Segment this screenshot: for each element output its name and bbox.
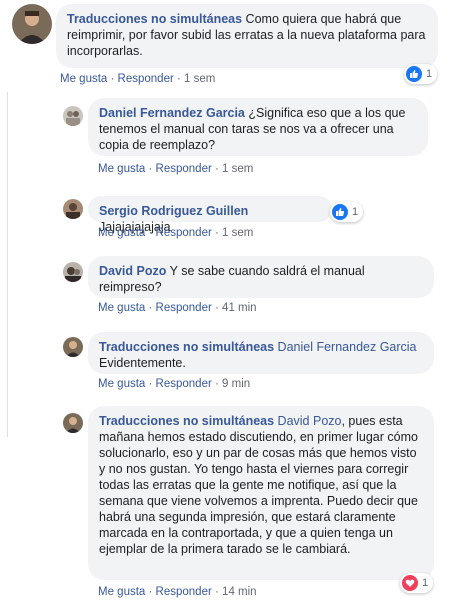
reaction-badge[interactable]: 1 [330, 202, 364, 222]
avatar[interactable] [63, 199, 83, 219]
comment-mention[interactable]: David Pozo [278, 414, 342, 428]
reply-link[interactable]: Responder [118, 73, 174, 85]
comment-mention[interactable]: Daniel Fernandez Garcia [278, 340, 417, 354]
reply-link[interactable]: Responder [156, 302, 212, 314]
reply-link[interactable]: Responder [156, 227, 212, 239]
comment-actions: Me gusta · Responder · 14 min [98, 586, 257, 598]
avatar[interactable] [63, 413, 83, 433]
avatar[interactable] [12, 4, 52, 44]
reaction-badge[interactable]: 1 [404, 64, 438, 84]
heart-icon [402, 575, 418, 591]
comment-text: , pues esta mañana hemos estado discutie… [99, 414, 418, 556]
like-link[interactable]: Me gusta [98, 302, 145, 314]
comment-time[interactable]: 1 sem [184, 73, 215, 85]
reply-link[interactable]: Responder [156, 163, 212, 175]
comment-actions: Me gusta · Responder · 1 sem [60, 73, 216, 85]
comment-time[interactable]: 14 min [222, 586, 257, 598]
comment-bubble: David Pozo Y se sabe cuando saldrá el ma… [88, 256, 434, 298]
comment-time[interactable]: 1 sem [222, 163, 253, 175]
like-link[interactable]: Me gusta [98, 163, 145, 175]
reply-link[interactable]: Responder [156, 378, 212, 390]
comment-actions: Me gusta · Responder · 1 sem [98, 227, 254, 239]
like-link[interactable]: Me gusta [98, 227, 145, 239]
reaction-badge[interactable]: 1 [400, 573, 434, 593]
avatar[interactable] [63, 337, 83, 357]
like-link[interactable]: Me gusta [98, 586, 145, 598]
like-icon [332, 204, 348, 220]
comment-bubble: Sergio Rodriguez Guillen Jajajajajajaja [88, 196, 332, 234]
comment-author[interactable]: Traducciones no simultáneas [99, 340, 274, 354]
comment-actions: Me gusta · Responder · 9 min [98, 378, 251, 390]
comment-bubble: Daniel Fernandez Garcia ¿Significa eso q… [88, 98, 428, 156]
comment-author[interactable]: Sergio Rodriguez Guillen [99, 204, 248, 218]
comment-author[interactable]: David Pozo [99, 264, 166, 278]
comment-time[interactable]: 9 min [222, 378, 250, 390]
like-icon [406, 66, 422, 82]
comment-bubble: Traducciones no simultáneas Daniel Ferna… [88, 332, 434, 374]
like-link[interactable]: Me gusta [98, 378, 145, 390]
comment-bubble: Traducciones no simultáneas Como quiera … [56, 4, 438, 68]
thread-line [7, 92, 8, 437]
avatar[interactable] [63, 262, 83, 282]
like-link[interactable]: Me gusta [60, 73, 107, 85]
reaction-count: 1 [426, 68, 433, 80]
reaction-count: 1 [422, 577, 429, 589]
reaction-count: 1 [352, 206, 359, 218]
reply-link[interactable]: Responder [156, 586, 212, 598]
comment-author[interactable]: Traducciones no simultáneas [99, 414, 274, 428]
comment-actions: Me gusta · Responder · 41 min [98, 302, 257, 314]
comment-time[interactable]: 1 sem [222, 227, 253, 239]
comment-author[interactable]: Traducciones no simultáneas [67, 12, 242, 26]
avatar[interactable] [63, 106, 83, 126]
comment-time[interactable]: 41 min [222, 302, 257, 314]
comment-text: Evidentemente. [99, 356, 186, 370]
comment-actions: Me gusta · Responder · 1 sem [98, 163, 254, 175]
comment-author[interactable]: Daniel Fernandez Garcia [99, 106, 245, 120]
comment-bubble: Traducciones no simultáneas David Pozo, … [88, 406, 434, 580]
